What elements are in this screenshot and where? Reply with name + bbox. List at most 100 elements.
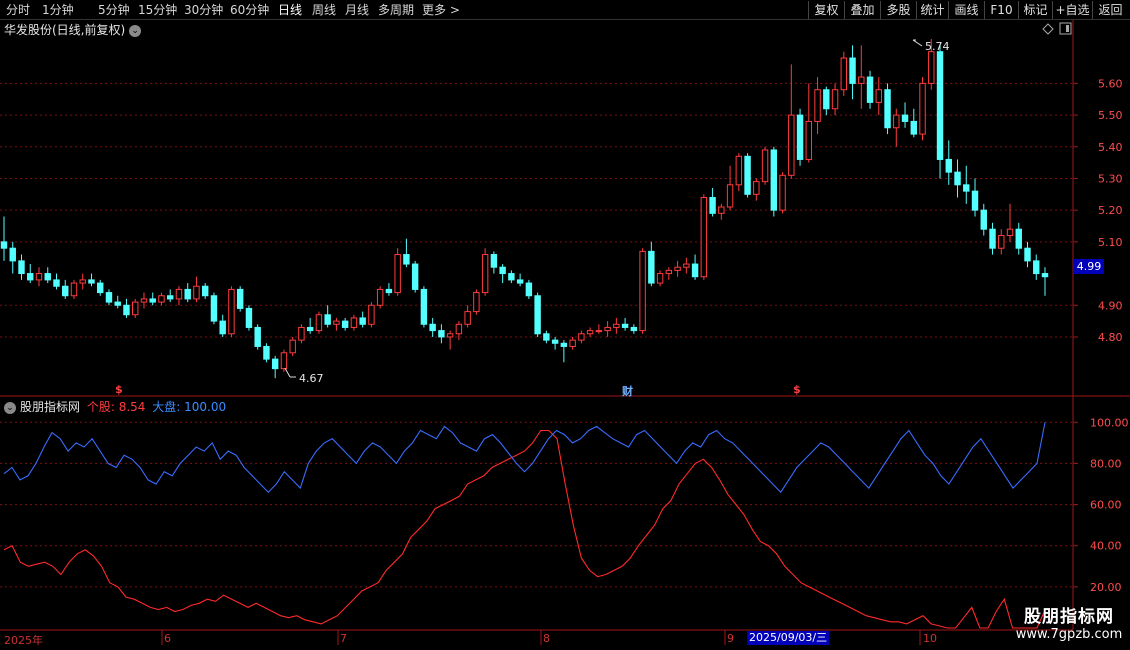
indicator-lines [3,422,1046,629]
candle [201,283,209,299]
candle [105,289,113,306]
time-axis-label: 7 [340,632,347,645]
candle [604,321,611,337]
candle [35,267,43,287]
candle [420,286,428,328]
candle [324,305,331,328]
candle [700,194,708,280]
candle [0,216,8,261]
candle [446,330,454,350]
indicator-grid [0,421,1073,588]
kline-chart[interactable]: 5.60 5.50 5.40 5.30 5.20 5.10 4.90 4.80 100.00 8… [0,0,1130,650]
panel-toggle-icon[interactable] [1059,22,1072,35]
market-series-label: 大盘: [152,400,181,414]
price-axis-labels: 5.60 5.50 5.40 5.30 5.20 5.10 4.90 4.80 [1073,77,1123,344]
candle [796,108,804,166]
candle [473,289,480,315]
market-indicator-line [3,422,1046,494]
candle [132,298,139,318]
candle [341,317,349,331]
candle [411,260,419,293]
indicator-axis-labels: 100.00 80.00 60.00 40.00 20.00 [1073,416,1129,594]
candle [788,64,795,179]
price-axis-label: 5.30 [1098,172,1123,185]
indicator-title: ⌄ 股朋指标网 个股: 8.54 大盘: 100.00 [4,398,226,415]
candle [44,267,51,284]
candle [271,355,279,379]
low-marker [284,367,296,378]
candle [998,229,1005,255]
candle [508,270,515,284]
time-axis-label: 2025年 [4,634,43,647]
candle [333,317,340,331]
candle [560,340,568,363]
high-value-label: 5.74 [925,40,950,53]
candle [1024,241,1031,268]
cursor-date-tag: 2025/09/03/三 [747,631,830,645]
candle [385,283,393,296]
candle [674,260,681,277]
candle [761,146,769,185]
candle [656,270,664,287]
stock-series-value: 8.54 [118,400,146,414]
price-axis-label: 5.60 [1098,77,1123,90]
candle [403,238,410,268]
candle [88,273,95,287]
time-axis-label: 9 [727,632,734,645]
candle [184,283,191,303]
indicator-axis-label: 60.00 [1090,499,1122,512]
candle [919,77,926,141]
watermark-url: www.7gpzb.com [1015,627,1123,642]
candle [884,83,891,135]
dividend-marker[interactable]: $ [115,383,123,396]
price-axis-label: 4.90 [1098,299,1123,312]
candle [140,292,148,309]
candle [394,248,401,296]
market-series-value: 100.00 [184,400,227,414]
candle [193,276,200,303]
candle [158,292,165,306]
candle [9,241,16,274]
watermark-title: 股朋指标网 [1024,607,1114,627]
candle [753,178,760,201]
candle [551,336,559,350]
candle [569,336,576,350]
candle [840,51,848,97]
price-axis-label: 5.10 [1098,236,1123,249]
candle [543,330,550,344]
candle [53,273,60,290]
chevron-down-icon[interactable]: ⌄ [4,401,16,414]
candle [123,298,130,318]
price-axis-label: 4.80 [1098,331,1123,344]
candle [849,45,856,100]
price-axis-label: 5.20 [1098,204,1123,217]
indicator-axis-label: 40.00 [1090,540,1122,553]
financial-report-marker[interactable]: 财 [622,383,633,399]
candle [683,257,690,274]
candle [989,222,996,255]
candle [823,86,830,116]
dividend-marker[interactable]: $ [793,383,801,396]
candle [875,77,883,116]
candle [613,317,620,334]
candle [236,286,244,312]
candle [70,279,78,299]
candle [175,286,183,306]
current-price-tag: 4.99 [1074,259,1104,274]
watermark: 股朋指标网 www.7gpzb.com [1010,602,1128,642]
candle [534,292,541,337]
candle [350,314,358,331]
candle [263,343,270,363]
candle [315,311,323,334]
indicator-axis-label: 80.00 [1090,457,1122,470]
candle [499,264,506,284]
candle [245,305,253,331]
candle [1041,267,1049,296]
price-axis-label: 5.40 [1098,141,1123,154]
diamond-icon[interactable] [1042,23,1054,35]
candle [298,324,305,344]
candle [893,108,900,147]
candle [648,241,655,287]
candle [980,203,987,236]
candle [27,264,34,284]
